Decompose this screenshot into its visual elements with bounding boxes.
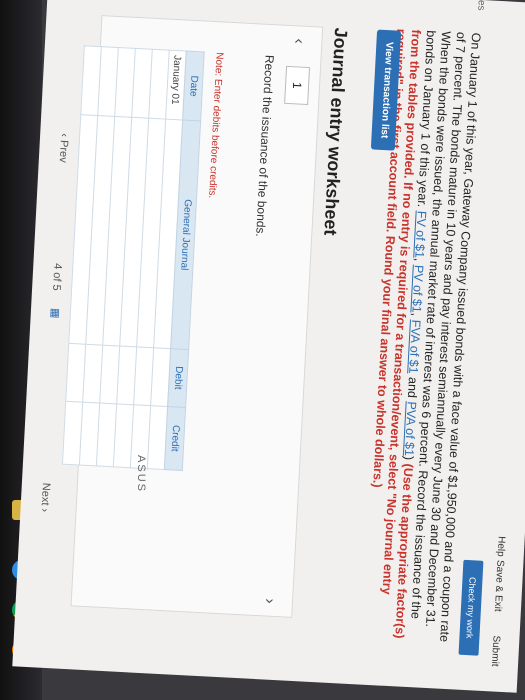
debit-cell[interactable] <box>150 347 171 407</box>
credit-cell[interactable] <box>147 405 168 470</box>
pva-of-1-link[interactable]: PVA of $1 <box>402 401 419 456</box>
worksheet-title: Journal entry worksheet <box>320 27 352 236</box>
date-cell[interactable]: January 01 <box>165 50 187 120</box>
grid-icon[interactable]: ▦ <box>49 308 63 319</box>
prev-label: Prev <box>56 139 70 163</box>
date-cell[interactable] <box>97 46 119 117</box>
debit-cell[interactable] <box>82 344 103 403</box>
col-debit: Debit <box>167 348 189 408</box>
date-cell[interactable] <box>148 49 170 120</box>
date-cell[interactable] <box>131 48 153 119</box>
page-count: 4 of 5 <box>50 263 63 291</box>
current-page: 4 <box>51 262 64 270</box>
debit-cell[interactable] <box>65 343 86 402</box>
worksheet-panel: ‹ › 1 Record the issuance of the bonds. … <box>62 15 324 618</box>
page-of: of <box>50 271 63 282</box>
date-cell[interactable] <box>80 45 102 116</box>
credit-cell[interactable] <box>113 403 134 468</box>
fva-of-1-link[interactable]: FVA of $1 <box>406 319 423 374</box>
debit-cell[interactable] <box>133 346 154 406</box>
next-button[interactable]: Next › <box>38 483 52 513</box>
col-credit: Credit <box>164 406 186 471</box>
pv-of-1-link[interactable]: PV of $1 <box>409 265 425 314</box>
page-content: Help Save & Exit Submit Check my work ce… <box>36 0 525 693</box>
date-cell[interactable] <box>114 47 136 118</box>
save-exit-link[interactable]: Save & Exit <box>492 560 506 612</box>
col-date: Date <box>182 51 205 121</box>
debit-cell[interactable] <box>99 345 120 404</box>
prev-button[interactable]: ‹ Prev <box>57 133 71 163</box>
step-number[interactable]: 1 <box>284 65 311 106</box>
submit-link[interactable]: Submit <box>489 635 502 667</box>
next-label: Next <box>38 482 52 506</box>
credit-cell[interactable] <box>79 401 100 466</box>
pager: ‹ Prev 4 of 5 ▦ Next › <box>38 133 71 533</box>
top-bar: Help Save & Exit Submit <box>476 7 525 693</box>
fv-of-1-link[interactable]: FV of $1 <box>412 210 428 258</box>
credit-cell[interactable] <box>96 402 117 467</box>
journal-table: Date General Journal Debit Credit Januar… <box>62 45 205 471</box>
chevron-left-icon[interactable]: ‹ <box>289 38 307 44</box>
bezel-brand: ASUS <box>134 455 147 493</box>
debit-credit-note: Note: Enter debits before credits. <box>206 52 225 199</box>
credit-cell[interactable] <box>62 400 83 466</box>
chevron-right-icon[interactable]: › <box>260 598 278 604</box>
help-link[interactable]: Help <box>495 536 507 557</box>
screen: Help Save & Exit Submit Check my work ce… <box>12 0 525 693</box>
debit-cell[interactable] <box>116 345 137 405</box>
total-pages: 5 <box>50 284 63 291</box>
side-label: ces <box>475 0 488 11</box>
worksheet-instruction: Record the issuance of the bonds. <box>253 54 277 238</box>
